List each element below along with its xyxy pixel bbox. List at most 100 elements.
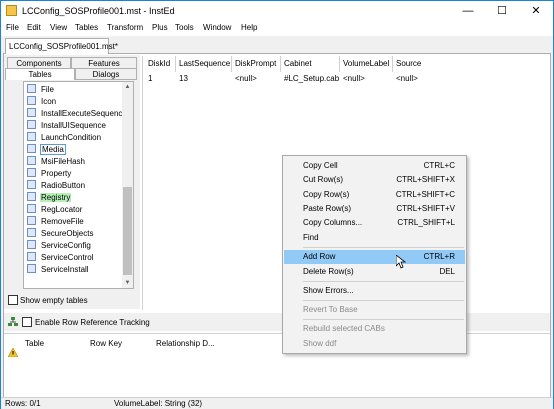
table-icon	[27, 240, 36, 249]
status-rows: Rows: 0/1	[5, 399, 41, 408]
table-cell[interactable]: <null>	[235, 74, 257, 83]
menu-item-copy-rows[interactable]: Copy Row(s) CTRL+SHIFT+C	[284, 188, 465, 202]
menu-file[interactable]: File	[6, 23, 19, 32]
menu-transform[interactable]: Transform	[107, 23, 143, 32]
table-icon	[27, 192, 36, 201]
table-item-reglocator[interactable]: RegLocator	[27, 204, 83, 215]
table-item-serviceinstall[interactable]: ServiceInstall	[27, 264, 90, 275]
table-icon	[27, 156, 36, 165]
menu-item-cut-rows[interactable]: Cut Row(s) CTRL+SHIFT+X	[284, 173, 465, 187]
table-icon	[27, 108, 36, 117]
column-header[interactable]: LastSequence	[179, 59, 230, 70]
column-divider	[280, 56, 281, 72]
menu-window[interactable]: Window	[203, 23, 231, 32]
status-field: VolumeLabel: String (32)	[114, 399, 203, 408]
menu-separator	[303, 281, 464, 282]
tab-dialogs[interactable]: Dialogs	[75, 68, 137, 80]
table-icon	[27, 132, 36, 141]
menu-item-find[interactable]: Find	[284, 231, 465, 245]
app-window: LCConfig_SOSProfile001.mst - InstEd — ☐ …	[0, 0, 554, 409]
document-tab[interactable]: LCConfig_SOSProfile001.mst*	[5, 38, 118, 54]
table-item-property[interactable]: Property	[27, 168, 72, 179]
table-item-launchcondition[interactable]: LaunchCondition	[27, 132, 102, 143]
menu-separator	[303, 319, 464, 320]
maximize-button[interactable]: ☐	[485, 1, 519, 21]
installer-icon	[6, 5, 17, 16]
table-item-serviceconfig[interactable]: ServiceConfig	[27, 240, 92, 251]
table-item-removefile[interactable]: RemoveFile	[27, 216, 85, 227]
table-icon	[27, 84, 36, 93]
tab-tables[interactable]: Tables	[5, 68, 75, 80]
ref-column-header[interactable]: Table	[25, 339, 44, 348]
scroll-thumb[interactable]	[123, 187, 132, 275]
menu-separator	[303, 247, 464, 248]
column-header[interactable]: Source	[396, 59, 421, 70]
column-divider	[175, 56, 176, 72]
row-reference-table: Table Row Key Relationship D...	[4, 333, 550, 395]
menu-item-show-ddf[interactable]: Show ddf	[284, 337, 465, 351]
row-reference-tracking-checkbox[interactable]	[22, 317, 32, 327]
table-icon	[27, 216, 36, 225]
menu-item-show-errors[interactable]: Show Errors...	[284, 284, 465, 298]
table-cell[interactable]: <null>	[343, 74, 365, 83]
menu-item-add-row[interactable]: Add Row CTRL+R	[284, 250, 465, 264]
table-icon	[27, 144, 36, 153]
status-bar: Rows: 0/1 VolumeLabel: String (32)	[1, 397, 553, 409]
table-icon	[27, 168, 36, 177]
table-item-msifilehash[interactable]: MsiFileHash	[27, 156, 86, 167]
ref-column-header[interactable]: Row Key	[90, 339, 122, 348]
column-header[interactable]: DiskPrompt	[235, 59, 276, 70]
mouse-cursor-icon	[396, 255, 406, 269]
column-header[interactable]: Cabinet	[284, 59, 312, 70]
menu-item-copy-cell[interactable]: Copy Cell CTRL+C	[284, 159, 465, 173]
table-item-secureobjects[interactable]: SecureObjects	[27, 228, 94, 239]
table-item-registry[interactable]: Registry	[27, 192, 72, 203]
column-header[interactable]: DiskId	[148, 59, 170, 70]
table-item-file[interactable]: File	[27, 84, 55, 95]
table-icon	[27, 204, 36, 213]
tree-icon	[8, 317, 18, 326]
menu-item-paste-rows[interactable]: Paste Row(s) CTRL+SHIFT+V	[284, 202, 465, 216]
menu-item-rebuild-cabs[interactable]: Rebuild selected CABs	[284, 322, 465, 336]
table-cell[interactable]: #LC_Setup.cab	[284, 74, 339, 83]
table-item-servicecontrol[interactable]: ServiceControl	[27, 252, 94, 263]
table-list: File Icon InstallExecuteSequence Install…	[23, 81, 134, 289]
column-divider	[231, 56, 232, 72]
close-button[interactable]: ✕	[519, 1, 553, 21]
scroll-down-icon[interactable]: ▼	[122, 278, 133, 288]
menu-help[interactable]: Help	[241, 23, 257, 32]
row-reference-tracking-label: Enable Row Reference Tracking	[35, 318, 150, 327]
table-icon	[27, 180, 36, 189]
minimize-button[interactable]: —	[451, 1, 485, 21]
menu-edit[interactable]: Edit	[27, 23, 41, 32]
table-item-icon[interactable]: Icon	[27, 96, 57, 107]
context-menu: Copy Cell CTRL+C Cut Row(s) CTRL+SHIFT+X C…	[282, 155, 467, 354]
table-icon	[27, 120, 36, 129]
table-icon	[27, 96, 36, 105]
menu-view[interactable]: View	[50, 23, 67, 32]
table-icon	[27, 264, 36, 273]
menu-separator	[303, 300, 464, 301]
table-item-installuisequence[interactable]: InstallUISequence	[27, 120, 107, 131]
show-empty-tables-checkbox[interactable]	[8, 295, 18, 305]
scroll-up-icon[interactable]: ▲	[122, 82, 133, 92]
menu-tables[interactable]: Tables	[75, 23, 98, 32]
menu-tools[interactable]: Tools	[175, 23, 194, 32]
table-cell[interactable]: 1	[148, 74, 152, 83]
menu-item-copy-columns[interactable]: Copy Columns... CTRL_SHIFT+L	[284, 216, 465, 230]
menu-item-revert-to-base[interactable]: Revert To Base	[284, 303, 465, 317]
table-item-installexecutesequence[interactable]: InstallExecuteSequence	[27, 108, 128, 119]
column-divider	[339, 56, 340, 72]
menu-item-delete-rows[interactable]: Delete Row(s) DEL	[284, 265, 465, 279]
table-icon	[27, 252, 36, 261]
table-cell[interactable]: 13	[179, 74, 188, 83]
ref-column-header[interactable]: Relationship D...	[156, 339, 215, 348]
table-icon	[27, 228, 36, 237]
menu-plus[interactable]: Plus	[152, 23, 168, 32]
column-header[interactable]: VolumeLabel	[343, 59, 389, 70]
table-item-radiobutton[interactable]: RadioButton	[27, 180, 86, 191]
table-item-media[interactable]: Media	[27, 144, 66, 155]
warning-icon	[8, 348, 18, 357]
row-reference-toolbar: Enable Row Reference Tracking	[4, 313, 550, 331]
table-cell[interactable]: <null>	[396, 74, 418, 83]
